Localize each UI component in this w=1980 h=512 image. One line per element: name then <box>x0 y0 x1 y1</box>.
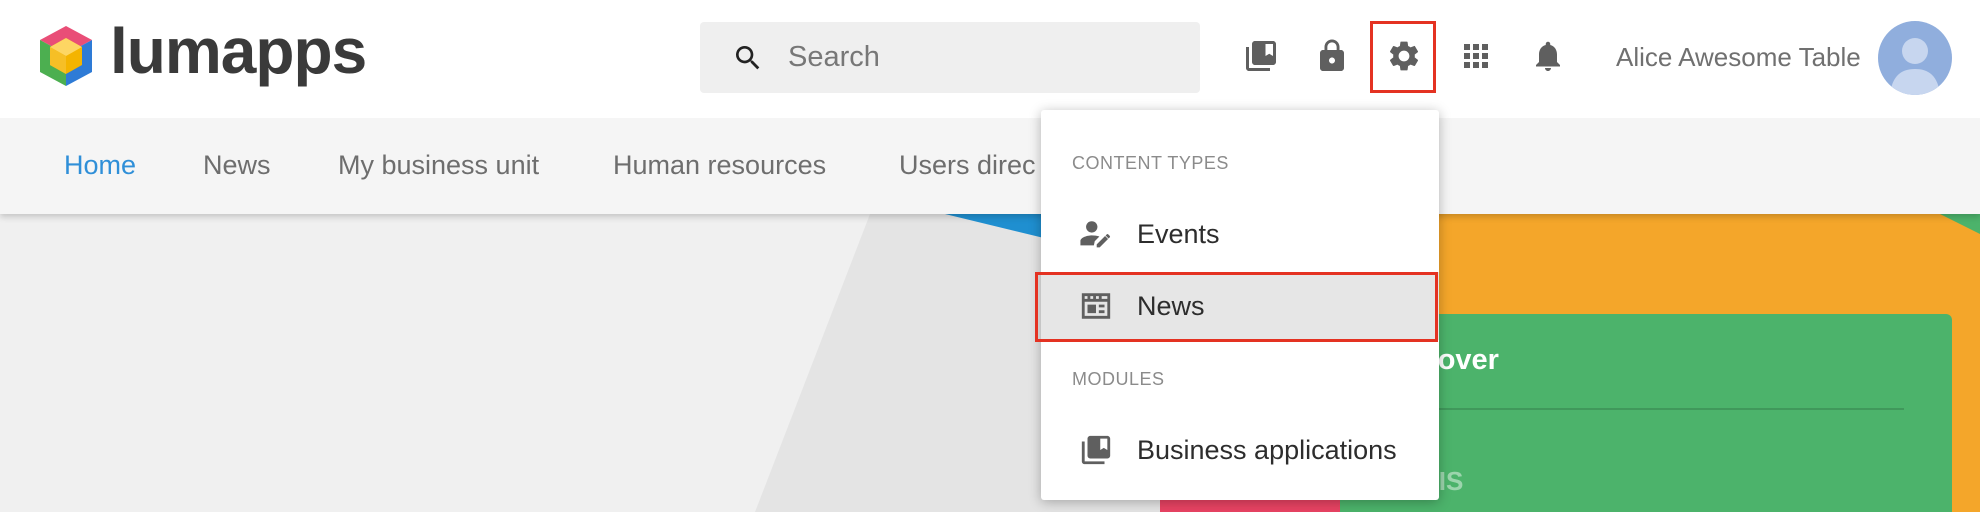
menu-item-label: News <box>1137 291 1205 321</box>
menu-item-news[interactable]: News <box>1035 272 1439 342</box>
lumapps-logo[interactable] <box>30 24 102 90</box>
user-name[interactable]: Alice Awesome Table <box>1616 42 1861 73</box>
news-icon <box>1079 289 1113 323</box>
settings-dropdown-menu: CONTENT TYPES Events News MODULES Busine… <box>1035 110 1439 500</box>
card-divider <box>1420 408 1904 410</box>
main-navigation: Home News My business unit Human resourc… <box>0 118 1980 214</box>
nav-item-users-directory[interactable]: Users direc <box>899 150 1036 181</box>
nav-item-human-resources[interactable]: Human resources <box>613 150 826 181</box>
menu-item-label: Events <box>1137 219 1220 249</box>
menu-item-label: Business applications <box>1137 435 1397 465</box>
library-icon[interactable] <box>1241 36 1281 76</box>
page-content: nover RIS <box>0 214 1980 512</box>
person-edit-icon <box>1079 217 1113 251</box>
search-icon <box>736 46 760 70</box>
nav-item-my-business-unit[interactable]: My business unit <box>338 150 539 181</box>
search-input[interactable] <box>788 22 1168 93</box>
person-silhouette-icon <box>1890 38 1940 95</box>
apps-grid-icon[interactable] <box>1456 36 1496 76</box>
top-bar: lumapps Alice Awesome Table <box>0 0 1980 118</box>
brand-name[interactable]: lumapps <box>110 14 367 88</box>
section-title-content-types: CONTENT TYPES <box>1072 153 1229 173</box>
nav-item-home[interactable]: Home <box>64 150 136 181</box>
avatar[interactable] <box>1878 21 1952 95</box>
gear-icon[interactable] <box>1384 36 1424 76</box>
nav-item-news[interactable]: News <box>203 150 271 181</box>
section-title-modules: MODULES <box>1072 369 1165 389</box>
menu-item-business-applications[interactable]: Business applications <box>1041 416 1439 484</box>
lock-icon[interactable] <box>1312 36 1352 76</box>
bell-icon[interactable] <box>1528 36 1568 76</box>
search-bar[interactable] <box>700 22 1200 93</box>
library-icon <box>1079 433 1113 467</box>
menu-item-events[interactable]: Events <box>1041 200 1439 268</box>
